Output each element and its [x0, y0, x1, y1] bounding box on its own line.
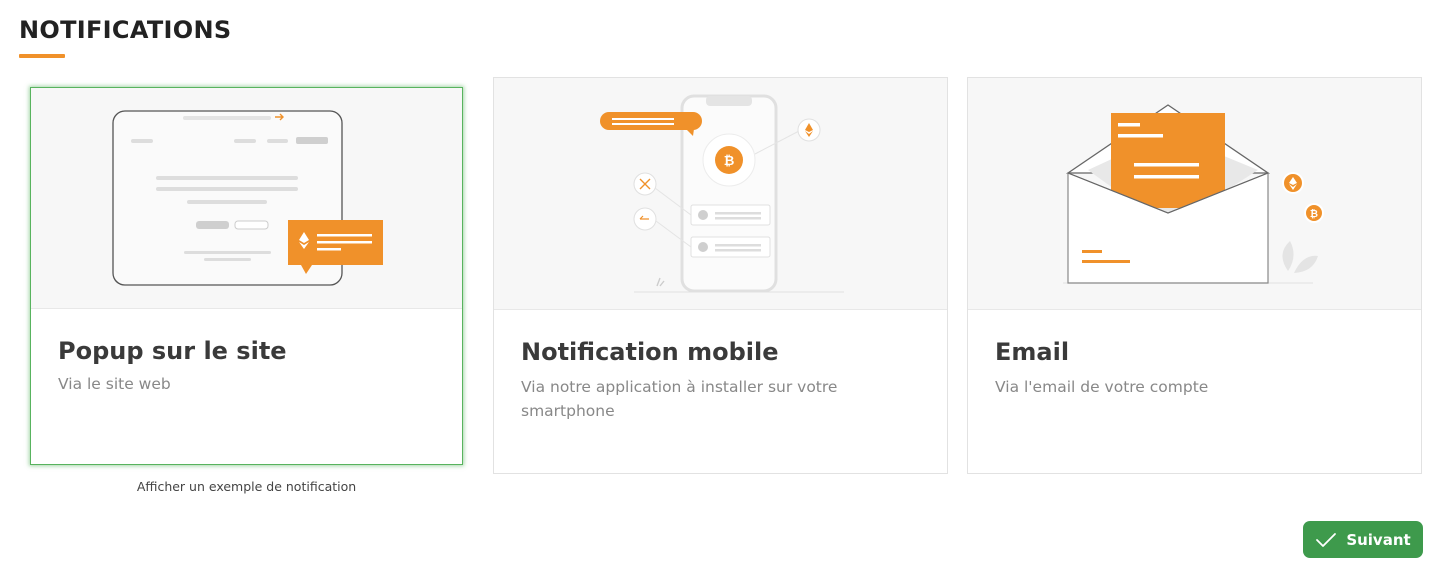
mobile-illustration: ₿: [494, 78, 947, 310]
title-underline: [19, 54, 65, 58]
page-title: NOTIFICATIONS: [19, 16, 232, 44]
svg-text:₿: ₿: [1310, 208, 1318, 220]
popup-illustration: [31, 88, 462, 309]
show-example-link[interactable]: Afficher un exemple de notification: [30, 479, 463, 494]
card-title: Notification mobile: [521, 338, 779, 366]
option-card-popup[interactable]: Popup sur le site Via le site web: [30, 87, 463, 465]
card-title: Popup sur le site: [58, 337, 287, 365]
card-description: Via notre application à installer sur vo…: [521, 378, 838, 420]
next-button-label: Suivant: [1346, 530, 1411, 549]
email-illustration: ₿: [968, 78, 1421, 310]
option-card-email[interactable]: ₿ Email Via l'email de votre compte: [967, 77, 1422, 474]
option-card-mobile[interactable]: ₿ Notification mobile Via notre applicat…: [493, 77, 948, 474]
card-description: Via le site web: [58, 375, 171, 393]
svg-text:₿: ₿: [724, 154, 735, 169]
card-title: Email: [995, 338, 1070, 366]
next-button[interactable]: Suivant: [1303, 521, 1423, 558]
check-icon: [1315, 532, 1337, 548]
card-description: Via l'email de votre compte: [995, 378, 1209, 396]
